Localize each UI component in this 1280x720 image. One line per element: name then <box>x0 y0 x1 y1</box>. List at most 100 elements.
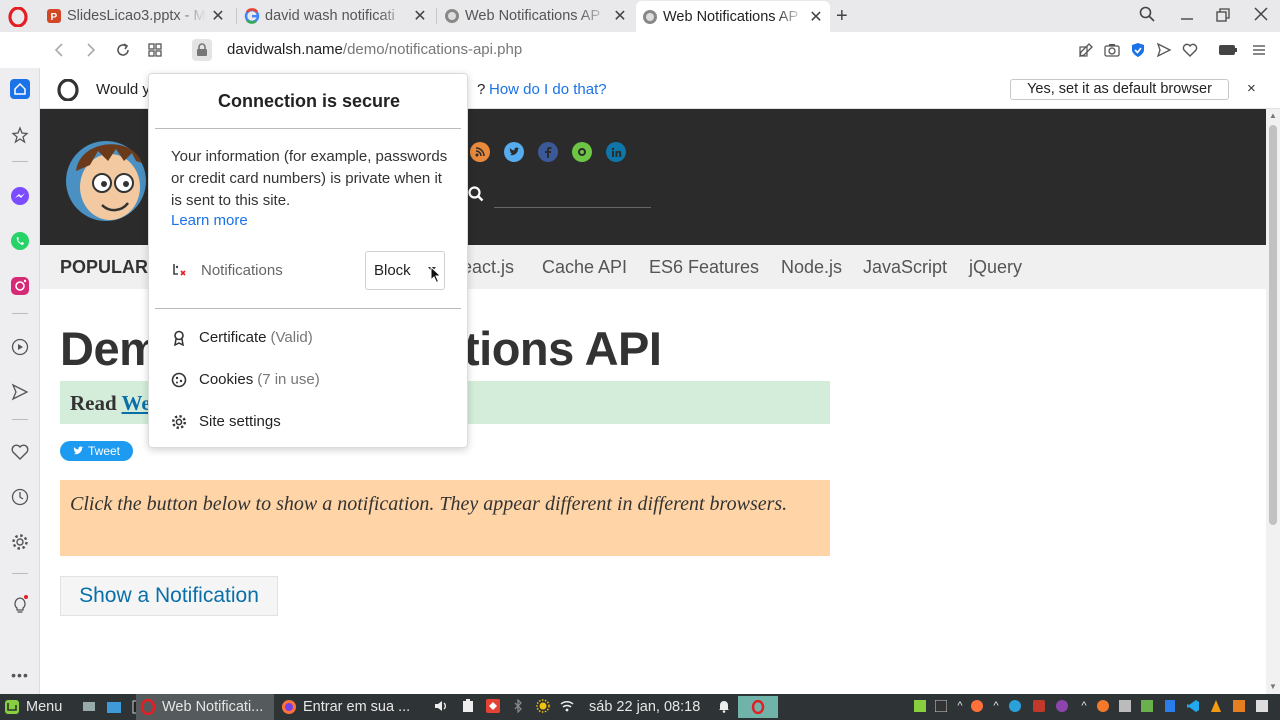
instagram-icon[interactable] <box>10 276 30 296</box>
opera-tray-icon[interactable] <box>738 696 778 718</box>
tray-telegram-icon[interactable] <box>1008 699 1022 713</box>
site-search-icon[interactable] <box>468 186 484 207</box>
nav-link-cache-api[interactable]: Cache API <box>542 257 627 278</box>
tray-firefox-icon[interactable] <box>970 699 984 713</box>
more-dots-icon[interactable]: ••• <box>10 665 30 685</box>
easy-setup-menu-icon[interactable] <box>1250 41 1268 59</box>
tray-app-orange-icon[interactable] <box>1232 699 1246 713</box>
tray-app-green2-icon[interactable] <box>1140 699 1154 713</box>
new-tab-button[interactable]: + <box>836 5 848 28</box>
nav-link-react[interactable]: eact.js <box>462 257 514 278</box>
tab-close-icon[interactable]: ✕ <box>808 7 824 27</box>
tray-app-gray-icon[interactable] <box>1118 699 1132 713</box>
scrollbar-thumb[interactable] <box>1269 125 1277 525</box>
tab-close-icon[interactable]: ✕ <box>612 6 628 26</box>
lock-icon[interactable] <box>192 39 212 61</box>
pinboard-heart-icon[interactable] <box>10 442 30 462</box>
whatsapp-icon[interactable] <box>10 231 30 251</box>
how-do-i-link[interactable]: How do I do that? <box>489 81 607 98</box>
clock[interactable]: sáb 22 jan, 08:18 <box>589 694 700 720</box>
heart-icon[interactable] <box>1181 41 1199 59</box>
tab-search-icon[interactable] <box>1139 6 1155 26</box>
tray-app-purple-icon[interactable] <box>1055 699 1069 713</box>
reload-icon[interactable] <box>114 41 132 59</box>
set-default-button[interactable]: Yes, set it as default browser <box>1010 79 1229 100</box>
show-desktop-icon[interactable] <box>82 694 96 720</box>
cookies-status: (7 in use) <box>257 371 320 388</box>
minimize-icon[interactable] <box>1180 8 1194 26</box>
tray-document-icon[interactable] <box>1163 699 1177 713</box>
workspace-star-icon[interactable] <box>10 125 30 145</box>
tab-close-icon[interactable]: ✕ <box>210 6 226 26</box>
bluetooth-icon[interactable] <box>511 699 525 713</box>
home-icon[interactable] <box>10 79 30 99</box>
scroll-down-icon[interactable]: ▼ <box>1269 682 1277 691</box>
tray-expand-icon[interactable]: ^ <box>953 699 967 713</box>
taskbar-window-opera[interactable]: Web Notificati... <box>136 694 274 720</box>
player-icon[interactable] <box>10 337 30 357</box>
battery-saver-icon[interactable] <box>1218 41 1238 59</box>
cookies-row[interactable]: Cookies (7 in use) <box>171 371 320 388</box>
tab-close-icon[interactable]: ✕ <box>412 6 428 26</box>
tab-google[interactable]: david wash notificati ✕ <box>238 2 434 30</box>
close-window-icon[interactable] <box>1254 7 1268 25</box>
taskbar-window-firefox[interactable]: Entrar em sua ... <box>281 694 421 720</box>
twitter-icon[interactable] <box>504 142 524 162</box>
camera-icon[interactable] <box>1103 41 1121 59</box>
flow-send-icon[interactable] <box>10 382 30 402</box>
learn-more-link[interactable]: Learn more <box>171 212 248 229</box>
tray-app-white-icon[interactable] <box>1255 699 1269 713</box>
restore-icon[interactable] <box>1216 8 1230 26</box>
banner-close-icon[interactable]: × <box>1247 80 1256 97</box>
tray-blender-icon[interactable] <box>1096 699 1110 713</box>
nav-link-es6[interactable]: ES6 Features <box>649 257 759 278</box>
david-walsh-avatar[interactable] <box>62 131 150 223</box>
nav-link-nodejs[interactable]: Node.js <box>781 257 842 278</box>
scroll-up-icon[interactable]: ▲ <box>1269 111 1277 120</box>
read-article-link[interactable]: We <box>122 391 151 415</box>
tray-app-red-icon[interactable] <box>1032 699 1046 713</box>
back-icon[interactable] <box>50 41 68 59</box>
site-settings-row[interactable]: Site settings <box>171 413 281 430</box>
notifications-bell-icon[interactable] <box>717 699 731 713</box>
linkedin-icon[interactable] <box>606 142 626 162</box>
send-icon[interactable] <box>1155 41 1173 59</box>
anydesk-icon[interactable] <box>486 699 500 713</box>
tips-lightbulb-icon[interactable] <box>10 594 30 614</box>
messenger-icon[interactable] <box>10 186 30 206</box>
easy-setup-icon[interactable] <box>1077 41 1095 59</box>
start-menu-button[interactable]: Menu <box>4 694 62 720</box>
opera-menu-icon[interactable] <box>8 6 28 28</box>
tray-vscode-icon[interactable] <box>1186 699 1200 713</box>
redshift-sun-icon[interactable] <box>536 699 550 713</box>
show-notification-button[interactable]: Show a Notification <box>60 576 278 616</box>
tab-web-notifications-1[interactable]: Web Notifications AP ✕ <box>438 2 634 30</box>
tray-app-green-icon[interactable] <box>913 699 927 713</box>
settings-gear-icon[interactable] <box>10 532 30 552</box>
nav-link-jquery[interactable]: jQuery <box>969 257 1022 278</box>
tray-expand-icon[interactable]: ^ <box>1077 699 1091 713</box>
tray-vlc-icon[interactable] <box>1209 699 1223 713</box>
url-field[interactable]: davidwalsh.name/demo/notifications-api.p… <box>227 41 522 58</box>
banner-question-end: ? <box>477 81 486 98</box>
files-launcher-icon[interactable] <box>106 694 122 720</box>
tab-web-notifications-active[interactable]: Web Notifications AP ✕ <box>636 1 830 32</box>
site-search-input[interactable] <box>494 207 651 208</box>
adblock-shield-icon[interactable] <box>1129 41 1147 59</box>
rss-icon[interactable] <box>470 142 490 162</box>
facebook-icon[interactable] <box>538 142 558 162</box>
tray-terminal-icon[interactable] <box>934 699 948 713</box>
history-clock-icon[interactable] <box>10 487 30 507</box>
nav-link-javascript[interactable]: JavaScript <box>863 257 947 278</box>
speed-dial-icon[interactable] <box>146 41 164 59</box>
wifi-icon[interactable] <box>560 699 574 713</box>
clipboard-icon[interactable] <box>461 699 475 713</box>
tweet-button[interactable]: Tweet <box>60 441 133 461</box>
certificate-row[interactable]: Certificate (Valid) <box>171 329 313 346</box>
volume-icon[interactable] <box>434 699 448 713</box>
forward-icon[interactable] <box>82 41 100 59</box>
tray-expand-icon[interactable]: ^ <box>989 699 1003 713</box>
page-scrollbar[interactable]: ▲ ▼ <box>1266 109 1280 694</box>
tab-slides[interactable]: P SlidesLicao3.pptx - M ✕ <box>40 2 232 30</box>
github-icon[interactable] <box>572 142 592 162</box>
